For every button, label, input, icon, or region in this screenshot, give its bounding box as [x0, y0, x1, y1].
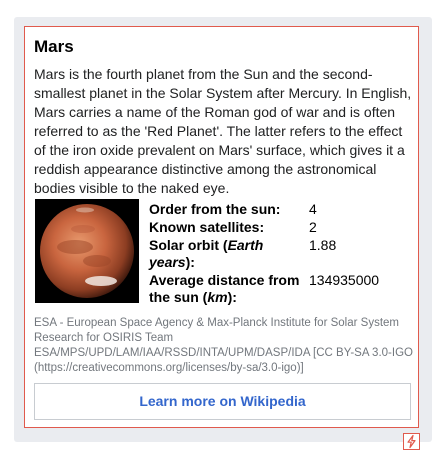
fact-row: Order from the sun: 4 [149, 201, 411, 219]
mars-planet-image [35, 199, 139, 303]
mars-info-card: Mars Mars is the fourth planet from the … [24, 26, 419, 428]
fact-value: 1.88 [309, 237, 337, 253]
fact-label-part: ): [227, 289, 237, 305]
card-extract: Mars is the fourth planet from the Sun a… [34, 66, 412, 196]
fact-row: Average distance from the sun (km): 1349… [149, 272, 411, 307]
fact-label-part: ): [185, 254, 195, 270]
fact-label: Average distance from the sun (km): [149, 272, 309, 307]
fact-label-unit: km [207, 289, 228, 305]
lightning-icon [407, 434, 416, 449]
fact-value: 4 [309, 201, 317, 217]
mars-planet-graphic [35, 199, 139, 303]
learn-more-button[interactable]: Learn more on Wikipedia [34, 383, 411, 420]
fact-row: Solar orbit (Earth years): 1.88 [149, 237, 411, 272]
card-title: Mars [34, 37, 74, 56]
image-attribution: ESA - European Space Agency & Max-Planck… [34, 317, 413, 374]
fact-label: Solar orbit (Earth years): [149, 237, 309, 272]
lightning-button[interactable] [403, 433, 420, 450]
fact-value: 2 [309, 219, 317, 235]
facts-table: Order from the sun: 4 Known satellites: … [149, 201, 411, 307]
fact-label: Known satellites: [149, 219, 265, 235]
fact-label: Order from the sun: [149, 201, 281, 217]
fact-value: 134935000 [309, 272, 380, 288]
fact-label-part: Solar orbit ( [149, 237, 228, 253]
fact-row: Known satellites: 2 [149, 219, 411, 237]
